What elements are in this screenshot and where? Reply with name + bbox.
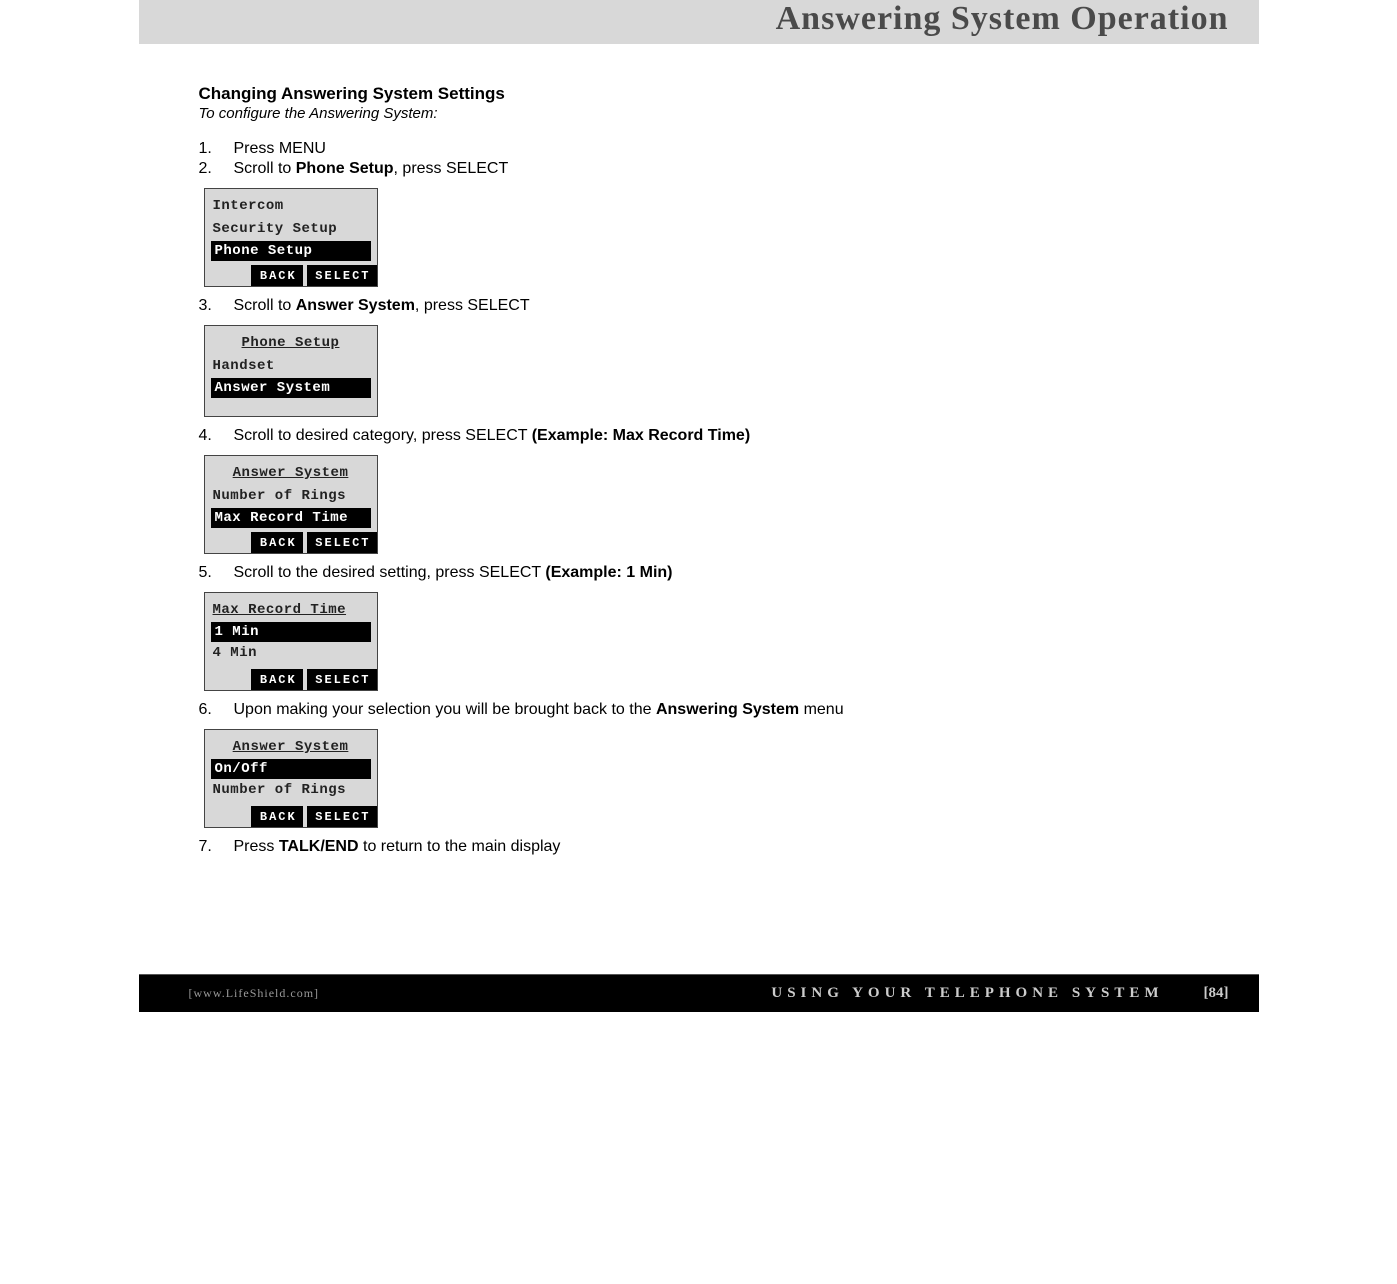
softkey-select: SELECT bbox=[307, 265, 376, 286]
step-3-post: , press SELECT bbox=[415, 297, 530, 314]
lcd-row-selected: On/Off bbox=[211, 759, 371, 779]
lcd-row-selected: Phone Setup bbox=[211, 241, 371, 261]
step-2-bold: Phone Setup bbox=[296, 160, 394, 177]
step-7-bold: TALK/END bbox=[279, 838, 359, 855]
lcd-row: Number of Rings bbox=[205, 485, 377, 508]
steps-list: Scroll to Answer System, press SELECT bbox=[199, 297, 1199, 315]
softkey-back: BACK bbox=[251, 806, 303, 827]
step-6-bold: Answering System bbox=[656, 701, 799, 718]
footer-url: [www.LifeShield.com] bbox=[189, 986, 320, 1001]
subheading-suffix: : bbox=[433, 105, 437, 122]
lcd-softkeys: BACK SELECT bbox=[205, 802, 377, 827]
step-5-pre: Scroll to the desired setting, press SEL… bbox=[234, 564, 546, 581]
section-subheading: To configure the Answering System: bbox=[199, 105, 1199, 122]
lcd-row: Number of Rings bbox=[205, 779, 377, 802]
lcd-softkeys: BACK SELECT bbox=[205, 665, 377, 690]
lcd-title: Answer System bbox=[205, 736, 377, 759]
step-4-bold: (Example: Max Record Time) bbox=[532, 427, 750, 444]
page-content: Changing Answering System Settings To co… bbox=[139, 44, 1199, 974]
step-7: Press TALK/END to return to the main dis… bbox=[199, 838, 1199, 856]
softkey-back: BACK bbox=[251, 265, 303, 286]
footer-page-number: [84] bbox=[1204, 985, 1229, 1002]
softkey-select: SELECT bbox=[307, 806, 376, 827]
step-3: Scroll to Answer System, press SELECT bbox=[199, 297, 1199, 315]
step-1: Press MENU bbox=[199, 140, 1199, 158]
steps-list: Press MENU Scroll to Phone Setup, press … bbox=[199, 140, 1199, 178]
lcd-row: Intercom bbox=[205, 195, 377, 218]
lcd-title: Phone Setup bbox=[205, 332, 377, 355]
step-3-pre: Scroll to bbox=[234, 297, 296, 314]
steps-list: Press TALK/END to return to the main dis… bbox=[199, 838, 1199, 856]
lcd-screen-phone-setup-menu: Intercom Security Setup Phone Setup BACK… bbox=[204, 188, 378, 287]
step-3-bold: Answer System bbox=[296, 297, 415, 314]
footer-section-title: USING YOUR TELEPHONE SYSTEM bbox=[319, 985, 1203, 1002]
steps-list: Scroll to the desired setting, press SEL… bbox=[199, 564, 1199, 582]
softkey-back: BACK bbox=[251, 669, 303, 690]
lcd-screen-time-select: Max Record Time 1 Min 4 Min BACK SELECT bbox=[204, 592, 378, 691]
step-7-post: to return to the main display bbox=[359, 838, 561, 855]
lcd-screen-answer-system-return: Answer System On/Off Number of Rings BAC… bbox=[204, 729, 378, 828]
step-6: Upon making your selection you will be b… bbox=[199, 701, 1199, 719]
lcd-row-selected: 1 Min bbox=[211, 622, 371, 642]
step-5-bold: (Example: 1 Min) bbox=[545, 564, 672, 581]
subheading-prefix: To configure the bbox=[199, 105, 310, 122]
lcd-row: 4 Min bbox=[205, 642, 377, 665]
step-2-pre: Scroll to bbox=[234, 160, 296, 177]
lcd-title: Max Record Time bbox=[205, 599, 377, 622]
lcd-empty-row bbox=[205, 398, 377, 416]
step-6-pre: Upon making your selection you will be b… bbox=[234, 701, 656, 718]
lcd-screen-answer-system-nav: Phone Setup Handset Answer System bbox=[204, 325, 378, 417]
softkey-back: BACK bbox=[251, 532, 303, 553]
lcd-softkeys: BACK SELECT bbox=[205, 261, 377, 286]
step-2-post: , press SELECT bbox=[394, 160, 509, 177]
lcd-row-selected: Max Record Time bbox=[211, 508, 371, 528]
step-2: Scroll to Phone Setup, press SELECT bbox=[199, 160, 1199, 178]
step-7-pre: Press bbox=[234, 838, 279, 855]
steps-list: Scroll to desired category, press SELECT… bbox=[199, 427, 1199, 445]
step-4: Scroll to desired category, press SELECT… bbox=[199, 427, 1199, 445]
section-heading: Changing Answering System Settings bbox=[199, 84, 1199, 104]
steps-list: Upon making your selection you will be b… bbox=[199, 701, 1199, 719]
lcd-row: Security Setup bbox=[205, 218, 377, 241]
softkey-select: SELECT bbox=[307, 532, 376, 553]
step-4-pre: Scroll to desired category, press SELECT bbox=[234, 427, 532, 444]
softkey-select: SELECT bbox=[307, 669, 376, 690]
lcd-softkeys: BACK SELECT bbox=[205, 528, 377, 553]
subheading-italic: Answering System bbox=[309, 105, 433, 122]
step-5: Scroll to the desired setting, press SEL… bbox=[199, 564, 1199, 582]
lcd-row-selected: Answer System bbox=[211, 378, 371, 398]
step-6-post: menu bbox=[799, 701, 843, 718]
page-footer: [www.LifeShield.com] USING YOUR TELEPHON… bbox=[139, 974, 1259, 1012]
lcd-screen-max-record-time-nav: Answer System Number of Rings Max Record… bbox=[204, 455, 378, 554]
page-header: Answering System Operation bbox=[139, 0, 1259, 44]
lcd-title: Answer System bbox=[205, 462, 377, 485]
page-title: Answering System Operation bbox=[139, 0, 1229, 38]
lcd-row: Handset bbox=[205, 355, 377, 378]
